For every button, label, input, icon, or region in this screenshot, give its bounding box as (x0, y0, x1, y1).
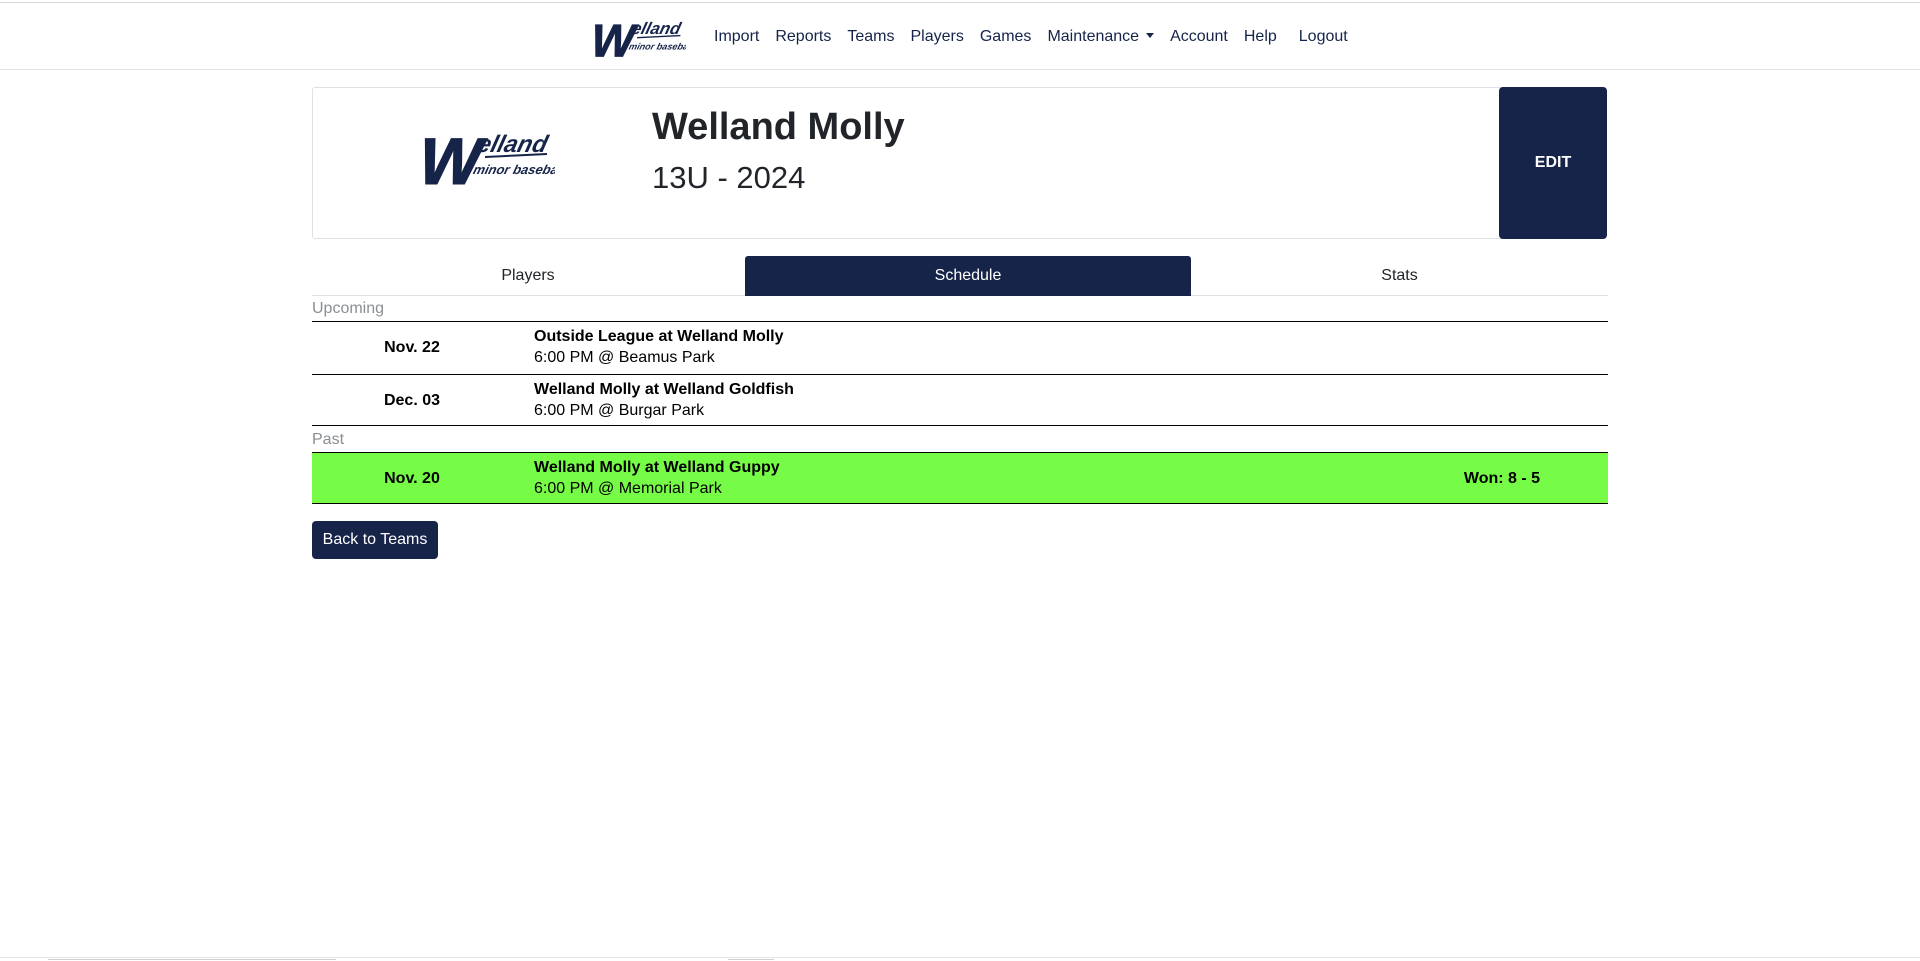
nav-logout-link[interactable]: Logout (1299, 28, 1348, 46)
game-date: Nov. 22 (384, 339, 440, 356)
nav-reports-link[interactable]: Reports (775, 28, 831, 46)
tab-schedule[interactable]: Schedule (745, 256, 1191, 296)
game-row[interactable]: Nov. 20 Welland Molly at Welland Guppy 6… (312, 452, 1608, 504)
team-season-subheading: 13U - 2024 (652, 160, 806, 195)
team-tabs: Players Schedule Stats (312, 256, 1608, 296)
tab-players[interactable]: Players (312, 256, 744, 296)
nav-games-link[interactable]: Games (980, 28, 1032, 46)
back-to-teams-button[interactable]: Back to Teams (312, 521, 438, 559)
page-bottom-divider (0, 957, 1920, 958)
horizontal-scrollbar-segment[interactable] (728, 959, 774, 960)
tab-stats[interactable]: Stats (1191, 256, 1608, 296)
nav-maintenance-label: Maintenance (1047, 27, 1140, 45)
horizontal-scrollbar-segment[interactable] (48, 959, 336, 960)
game-row[interactable]: Dec. 03 Welland Molly at Welland Goldfis… (312, 374, 1608, 426)
team-header-card: W elland minor baseball Welland Molly 13… (312, 87, 1607, 239)
game-time-location: 6:00 PM @ Memorial Park (534, 480, 722, 497)
nav-maintenance-dropdown[interactable]: Maintenance (1047, 27, 1155, 46)
nav-help-link[interactable]: Help (1244, 28, 1277, 46)
caret-down-icon (1146, 32, 1155, 38)
game-matchup: Welland Molly at Welland Goldfish (534, 381, 794, 398)
game-matchup: Outside League at Welland Molly (534, 328, 784, 345)
nav-import-link[interactable]: Import (714, 28, 759, 46)
nav-teams-link[interactable]: Teams (847, 28, 894, 46)
welland-logo-icon[interactable]: W elland minor baseball (584, 9, 686, 65)
game-time-location: 6:00 PM @ Burgar Park (534, 402, 705, 419)
nav-menu: W elland minor baseball Import Reports T… (584, 3, 1364, 70)
game-date: Nov. 20 (384, 470, 440, 487)
game-time-location: 6:00 PM @ Beamus Park (534, 349, 715, 366)
upcoming-section-label: Upcoming (312, 300, 385, 317)
svg-text:minor baseball: minor baseball (472, 162, 555, 177)
nav-players-link[interactable]: Players (911, 28, 964, 46)
team-logo-icon: W elland minor baseball (410, 124, 555, 196)
svg-text:minor baseball: minor baseball (628, 41, 686, 51)
game-row[interactable]: Nov. 22 Outside League at Welland Molly … (312, 321, 1608, 373)
team-name-heading: Welland Molly (652, 106, 905, 148)
game-matchup: Welland Molly at Welland Guppy (534, 459, 780, 476)
game-result: Won: 8 - 5 (1463, 470, 1541, 487)
nav-account-link[interactable]: Account (1170, 28, 1228, 46)
top-navbar: W elland minor baseball Import Reports T… (0, 3, 1920, 70)
past-section-label: Past (312, 431, 345, 448)
game-date: Dec. 03 (383, 392, 441, 409)
edit-team-button[interactable]: EDIT (1499, 87, 1607, 239)
